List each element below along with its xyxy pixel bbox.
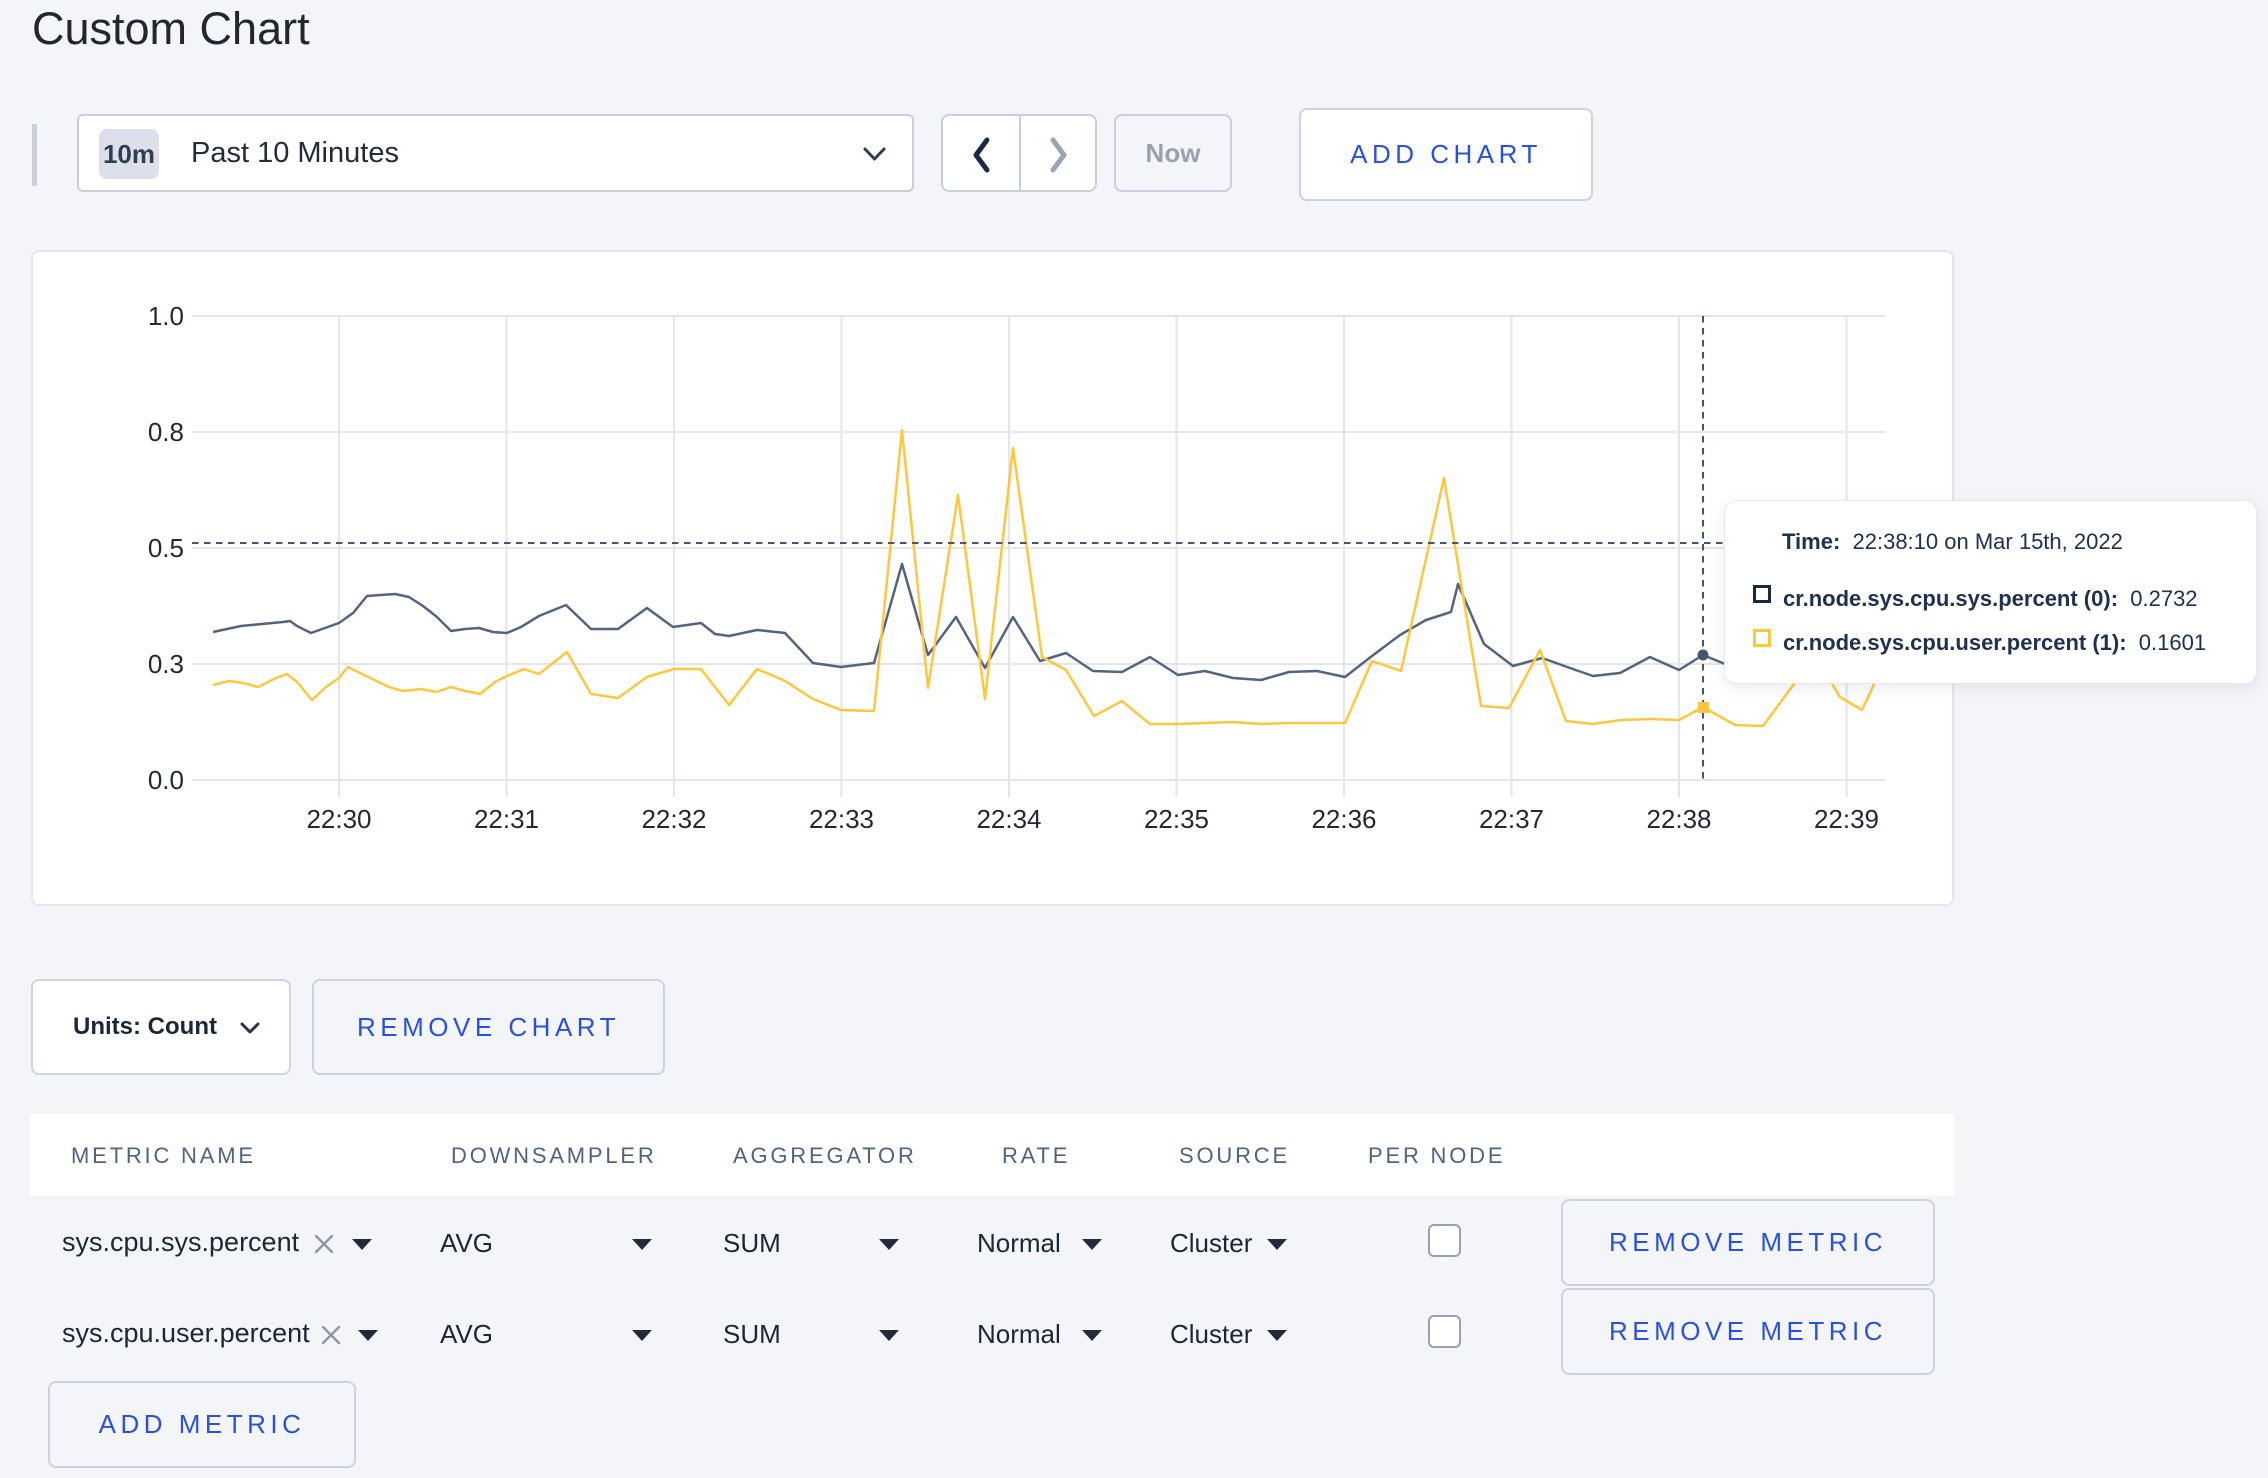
svg-text:0.0: 0.0 bbox=[148, 765, 184, 795]
svg-text:22:37: 22:37 bbox=[1479, 804, 1544, 834]
svg-text:22:39: 22:39 bbox=[1814, 804, 1879, 834]
svg-text:0.3: 0.3 bbox=[148, 649, 184, 679]
svg-text:0.5: 0.5 bbox=[148, 533, 184, 563]
svg-text:22:38: 22:38 bbox=[1646, 804, 1711, 834]
svg-text:22:34: 22:34 bbox=[976, 804, 1041, 834]
svg-text:1.0: 1.0 bbox=[148, 301, 184, 331]
svg-text:22:31: 22:31 bbox=[474, 804, 539, 834]
svg-text:0.8: 0.8 bbox=[148, 417, 184, 447]
svg-text:22:30: 22:30 bbox=[306, 804, 371, 834]
svg-text:22:35: 22:35 bbox=[1144, 804, 1209, 834]
svg-text:22:33: 22:33 bbox=[809, 804, 874, 834]
svg-text:22:36: 22:36 bbox=[1311, 804, 1376, 834]
svg-text:22:32: 22:32 bbox=[641, 804, 706, 834]
